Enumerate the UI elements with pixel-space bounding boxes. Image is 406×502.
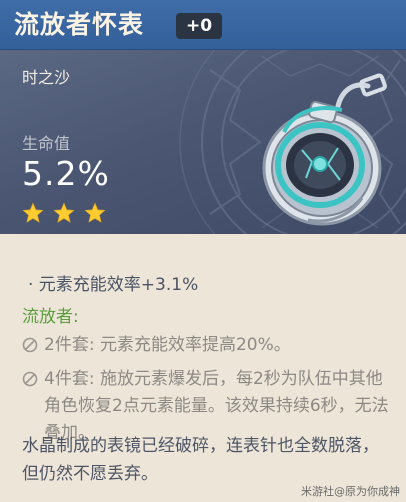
flavor-text: 水晶制成的表镜已经破碎，连表针也全数脱落，但仍然不愿丢弃。 (22, 436, 379, 484)
watermark: 米游社@原为你成神 (301, 485, 400, 498)
main-stat-label: 生命值 (22, 134, 71, 153)
star-icon (84, 202, 106, 223)
artifact-stat-panel: 时之沙 生命值 5.2% (0, 50, 406, 234)
pocket-watch-artifact-icon (262, 73, 387, 226)
level-badge: +0 (176, 13, 222, 39)
inactive-circle-slash-icon (22, 337, 38, 353)
set-bonus-text: 2件套: 元素充能效率提高20%。 (44, 335, 291, 355)
set-name: 流放者: (22, 307, 79, 327)
artifact-title: 流放者怀表 (14, 10, 145, 39)
main-stat-value: 5.2% (22, 154, 110, 193)
inactive-circle-slash-icon (22, 371, 38, 387)
sub-stat-line: · 元素充能效率+3.1% (28, 275, 199, 295)
artifact-details: · 元素充能效率+3.1% 流放者: 2件套: 元素充能效率提高20%。 4件套… (0, 234, 406, 502)
artifact-header: 流放者怀表 +0 (0, 0, 406, 50)
artifact-slot-type: 时之沙 (22, 68, 71, 87)
star-icon (22, 202, 44, 223)
artifact-card: 流放者怀表 +0 时之沙 生命值 5.2% · 元素充能效率+3.1% 流放者:… (0, 0, 406, 502)
star-icon (53, 202, 75, 223)
set-bonus-2pc: 2件套: 元素充能效率提高20%。 (22, 332, 392, 359)
rarity-stars (22, 202, 110, 224)
